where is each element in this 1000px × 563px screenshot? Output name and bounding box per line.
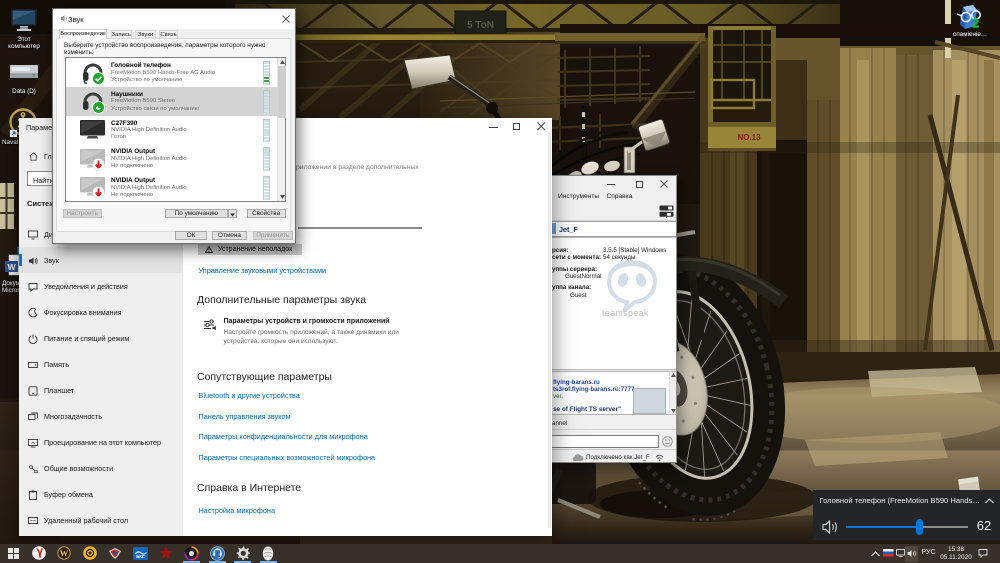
svg-text:БКС: БКС <box>136 554 145 559</box>
svg-text:W: W <box>60 548 69 558</box>
svg-text:W: W <box>7 262 16 272</box>
